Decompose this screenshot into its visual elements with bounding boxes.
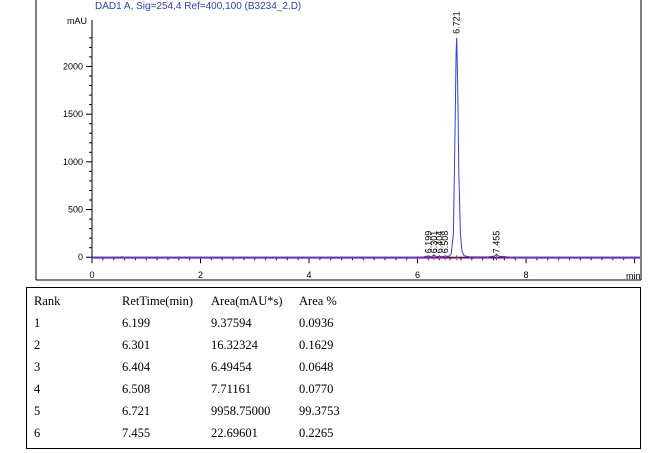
area-percent-cell: 0.2265	[299, 426, 334, 440]
area-cell: 7.71161	[211, 382, 252, 396]
rank-cell: 2	[34, 338, 41, 352]
x-tick-label: 8	[524, 270, 529, 280]
x-tick-label: 6	[415, 270, 420, 280]
rank-cell: 1	[34, 316, 41, 330]
table-row: 1 6.199 9.37594 0.0936	[27, 316, 640, 338]
y-axis-label: mAU	[67, 16, 87, 26]
x-tick-label: 4	[307, 270, 312, 280]
rettime-cell: 6.199	[122, 316, 151, 330]
header-rank: Rank	[34, 294, 61, 308]
area-percent-cell: 0.0648	[299, 360, 334, 374]
chart-title: DAD1 A, Sig=254,4 Ref=400,100 (B3234_2.D…	[95, 1, 301, 12]
area-percent-cell: 99.3753	[299, 404, 340, 418]
area-cell: 22.69601	[211, 426, 258, 440]
y-tick-label: 1000	[63, 157, 83, 167]
peak-table: Rank RetTime(min) Area(mAU*s) Area % 1 6…	[26, 287, 641, 449]
header-rettime: RetTime(min)	[122, 294, 194, 308]
signal-trace	[92, 37, 640, 258]
area-cell: 9958.75000	[211, 404, 271, 418]
x-axis-label: min	[626, 271, 641, 281]
chromatogram: DAD1 A, Sig=254,4 Ref=400,100 (B3234_2.D…	[0, 0, 658, 286]
rank-cell: 5	[34, 404, 41, 418]
rettime-cell: 6.721	[122, 404, 151, 418]
chromatogram-svg: DAD1 A, Sig=254,4 Ref=400,100 (B3234_2.D…	[35, 0, 642, 281]
rank-cell: 6	[34, 426, 41, 440]
rank-cell: 3	[34, 360, 41, 374]
rettime-cell: 6.508	[122, 382, 151, 396]
area-percent-cell: 0.0770	[299, 382, 334, 396]
y-tick-label: 0	[78, 252, 83, 262]
rettime-cell: 7.455	[122, 426, 151, 440]
y-tick-label: 2000	[63, 61, 83, 71]
table-row: 6 7.455 22.69601 0.2265	[27, 426, 640, 448]
peak-label: 6.508	[440, 231, 450, 254]
table-row: 5 6.721 9958.75000 99.3753	[27, 404, 640, 426]
area-cell: 9.37594	[211, 316, 252, 330]
peak-label: 6.721	[452, 11, 462, 34]
rettime-cell: 6.404	[122, 360, 151, 374]
table-row: 2 6.301 16.32324 0.1629	[27, 338, 640, 360]
area-cell: 16.32324	[211, 338, 258, 352]
x-tick-label: 2	[198, 270, 203, 280]
x-tick-label: 0	[89, 270, 94, 280]
area-cell: 6.49454	[211, 360, 252, 374]
area-percent-cell: 0.0936	[299, 316, 334, 330]
table-header-row: Rank RetTime(min) Area(mAU*s) Area %	[27, 294, 640, 316]
y-tick-label: 500	[68, 205, 83, 215]
y-tick-label: 1500	[63, 109, 83, 119]
rank-cell: 4	[34, 382, 41, 396]
table-row: 4 6.508 7.71161 0.0770	[27, 382, 640, 404]
header-area: Area(mAU*s)	[211, 294, 283, 308]
table-row: 3 6.404 6.49454 0.0648	[27, 360, 640, 382]
header-area-percent: Area %	[299, 294, 337, 308]
peak-label: 7.455	[491, 231, 501, 254]
area-percent-cell: 0.1629	[299, 338, 334, 352]
rettime-cell: 6.301	[122, 338, 151, 352]
